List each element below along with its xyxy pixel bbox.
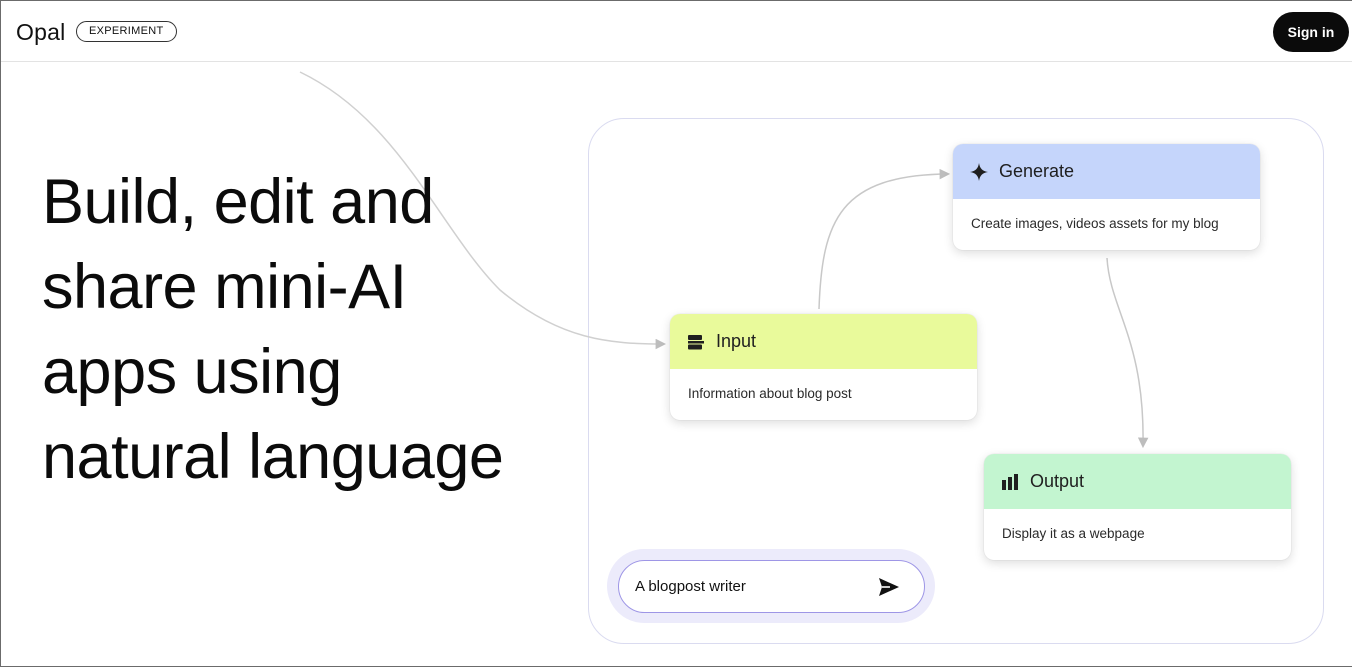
prompt-input[interactable]: A blogpost writer <box>618 560 925 613</box>
node-input-description: Information about blog post <box>688 386 852 401</box>
connector-input-to-generate <box>818 168 951 310</box>
send-icon[interactable] <box>877 576 901 598</box>
prompt-input-value[interactable]: A blogpost writer <box>635 578 746 595</box>
node-generate-title: Generate <box>999 161 1075 181</box>
node-input-title: Input <box>716 331 757 351</box>
node-output[interactable]: Output Display it as a webpage <box>984 454 1291 560</box>
hero-line-4: natural language <box>42 422 504 492</box>
sparkle-icon <box>969 162 989 182</box>
bar-chart-icon <box>1000 472 1020 492</box>
hero-line-2: share mini-AI <box>42 252 407 322</box>
node-input[interactable]: Input Information about blog post <box>670 314 977 420</box>
node-output-header: Output <box>984 454 1291 509</box>
connector-generate-to-output <box>1106 257 1149 449</box>
hero-line-3: apps using <box>42 337 342 407</box>
input-icon <box>686 332 706 352</box>
node-generate-header: Generate <box>953 144 1260 199</box>
hero-headline: Build, edit and share mini-AI apps using… <box>42 160 582 500</box>
node-generate-description: Create images, videos assets for my blog <box>971 216 1219 231</box>
node-input-header: Input <box>670 314 977 369</box>
hero-line-1: Build, edit and <box>42 167 434 237</box>
node-output-description: Display it as a webpage <box>1002 526 1145 541</box>
node-output-title: Output <box>1030 471 1085 491</box>
node-generate[interactable]: Generate Create images, videos assets fo… <box>953 144 1260 250</box>
